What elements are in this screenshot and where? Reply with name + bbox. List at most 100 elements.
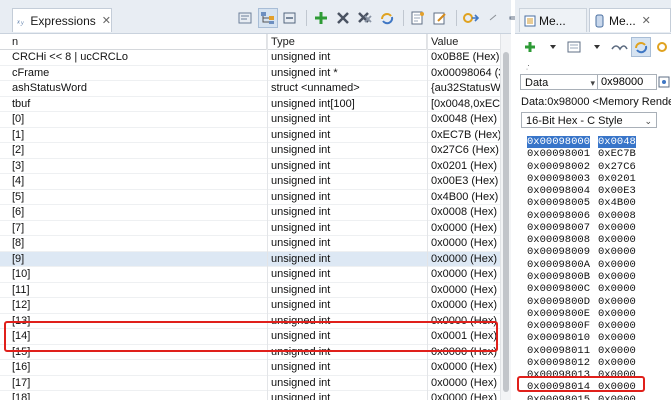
memory-value[interactable]: 0x0000 [598, 259, 636, 271]
toolbar-separator [456, 10, 457, 26]
memory-value[interactable]: 0x0000 [598, 357, 636, 369]
table-row[interactable]: [11] unsigned int 0x0000 (Hex) [0, 283, 500, 298]
toolbar-separator [403, 10, 404, 26]
table-row[interactable]: [8] unsigned int 0x0000 (Hex) [0, 236, 500, 252]
close-icon[interactable]: ✕ [102, 14, 111, 27]
memory-value[interactable]: 0x00E3 [598, 185, 636, 197]
link-scroll-button[interactable] [609, 37, 629, 57]
column-header-name[interactable]: n [8, 34, 267, 50]
table-row[interactable]: [2] unsigned int 0x27C6 (Hex) [0, 143, 500, 159]
memory-row[interactable]: 0x00098015 0x0000 [515, 394, 671, 400]
memory-row[interactable]: 0x00098001 0xEC7B [515, 148, 671, 160]
memory-row[interactable]: 0x0009800C 0x0000 [515, 283, 671, 295]
table-row[interactable]: [7] unsigned int 0x0000 (Hex) [0, 221, 500, 236]
memory-value[interactable]: 0x0048 [598, 136, 636, 148]
table-row[interactable]: cFrame unsigned int * 0x00098064 (3 [0, 66, 500, 81]
memory-row[interactable]: 0x00098003 0x0201 [515, 173, 671, 185]
memory-row[interactable]: 0x00098002 0x27C6 [515, 161, 671, 173]
memory-value[interactable]: 0x0000 [598, 246, 636, 258]
refresh-button[interactable] [377, 8, 397, 28]
expression-type: unsigned int [271, 252, 331, 265]
table-row[interactable]: [6] unsigned int 0x0008 (Hex) [0, 205, 500, 221]
format-select[interactable]: 16-Bit Hex - C Style ⌄ [521, 112, 657, 128]
rendering-dropdown[interactable] [587, 37, 607, 57]
memory-value[interactable]: 0x0000 [598, 222, 636, 234]
memory-row[interactable]: 0x00098007 0x0000 [515, 222, 671, 234]
add-expression-button[interactable] [311, 8, 331, 28]
table-row[interactable]: ashStatusWord struct <unnamed> {au32Status… [0, 81, 500, 97]
memory-browser-icon [524, 15, 536, 26]
chevron-down-icon [550, 45, 556, 49]
memory-value[interactable]: 0x27C6 [598, 161, 636, 173]
column-header-value[interactable]: Value [427, 34, 500, 50]
memory-value[interactable]: 0x4B00 [598, 197, 636, 209]
table-row[interactable]: CRCHi << 8 | ucCRCLo unsigned int 0x0B8E (… [0, 50, 500, 66]
table-row[interactable]: [17] unsigned int 0x0000 (Hex) [0, 376, 500, 391]
column-header-type[interactable]: Type [267, 34, 427, 50]
new-rendering-button[interactable] [565, 37, 585, 57]
memory-value[interactable]: 0x0008 [598, 210, 636, 222]
memory-row[interactable]: 0x0009800B 0x0000 [515, 271, 671, 283]
close-icon[interactable]: ✕ [642, 14, 651, 27]
show-type-names-button[interactable] [236, 8, 256, 28]
collapse-all-button[interactable] [280, 8, 300, 28]
table-row[interactable]: [18] unsigned int 0x0000 (Hex) [0, 391, 500, 400]
memory-row[interactable]: 0x00098010 0x0000 [515, 332, 671, 344]
memory-value[interactable]: 0x0000 [598, 283, 636, 295]
memory-row[interactable]: 0x00098005 0x4B00 [515, 197, 671, 209]
add-monitor-dropdown[interactable] [543, 37, 563, 57]
memory-row[interactable]: 0x0009800A 0x0000 [515, 259, 671, 271]
memory-row[interactable]: 0x0009800D 0x0000 [515, 296, 671, 308]
tab-memory[interactable]: Me... ✕ [589, 8, 671, 32]
table-row[interactable]: tbuf unsigned int[100] [0x0048,0xEC7 [0, 97, 500, 112]
remove-expression-button[interactable] [333, 8, 353, 28]
address-input[interactable] [597, 74, 657, 90]
add-memory-monitor-button[interactable] [521, 37, 541, 57]
new-expression-button[interactable] [408, 8, 428, 28]
tab-memory-browser[interactable]: Me... [519, 8, 587, 32]
memory-refresh-button[interactable] [631, 37, 651, 57]
go-to-address-button[interactable] [656, 74, 671, 90]
memory-sync-button[interactable] [653, 37, 671, 57]
table-row[interactable]: [10] unsigned int 0x0000 (Hex) [0, 267, 500, 283]
table-row[interactable]: [3] unsigned int 0x0201 (Hex) [0, 159, 500, 174]
tab-expressions[interactable]: x y Expressions ✕ [12, 8, 112, 32]
table-row[interactable]: [1] unsigned int 0xEC7B (Hex) [0, 128, 500, 143]
table-row[interactable]: [5] unsigned int 0x4B00 (Hex) [0, 190, 500, 205]
table-row[interactable]: [16] unsigned int 0x0000 (Hex) [0, 360, 500, 376]
table-row[interactable]: [9] unsigned int 0x0000 (Hex) [0, 251, 500, 267]
memory-row[interactable]: 0x00098004 0x00E3 [515, 185, 671, 197]
tree-icon [261, 12, 274, 24]
memory-row[interactable]: 0x00098009 0x0000 [515, 246, 671, 258]
memory-value[interactable]: 0x0000 [598, 394, 636, 400]
edit-expression-button[interactable] [430, 8, 450, 28]
continuous-refresh-button[interactable] [461, 8, 481, 28]
show-logical-structure-button[interactable] [258, 8, 278, 28]
table-row[interactable]: [12] unsigned int 0x0000 (Hex) [0, 298, 500, 314]
remove-all-button[interactable] [355, 8, 375, 28]
memory-row[interactable]: 0x00098000 0x0048 [515, 136, 671, 148]
memory-row[interactable]: 0x0009800E 0x0000 [515, 308, 671, 320]
view-menu-button[interactable] [483, 8, 503, 28]
memory-row[interactable]: 0x00098008 0x0000 [515, 234, 671, 246]
memory-value[interactable]: 0x0000 [598, 271, 636, 283]
memory-value[interactable]: 0x0000 [598, 296, 636, 308]
memory-row[interactable]: 0x0009800F 0x0000 [515, 320, 671, 332]
memory-row[interactable]: 0x00098006 0x0008 [515, 210, 671, 222]
memory-value[interactable]: 0xEC7B [598, 148, 636, 160]
table-row[interactable]: [0] unsigned int 0x0048 (Hex) [0, 112, 500, 128]
memory-value[interactable]: 0x0201 [598, 173, 636, 185]
scrollbar-thumb[interactable] [503, 52, 509, 392]
memory-row[interactable]: 0x00098012 0x0000 [515, 357, 671, 369]
memory-value[interactable]: 0x0000 [598, 332, 636, 344]
memory-row[interactable]: 0x00098011 0x0000 [515, 345, 671, 357]
memory-address: 0x0009800F [527, 320, 591, 333]
table-row[interactable]: [4] unsigned int 0x00E3 (Hex) [0, 174, 500, 190]
memory-value[interactable]: 0x0000 [598, 308, 636, 320]
memory-space-select[interactable]: Data ▾ [520, 74, 600, 90]
memory-value[interactable]: 0x0000 [598, 345, 636, 357]
memory-value[interactable]: 0x0000 [598, 234, 636, 246]
vertical-scrollbar[interactable] [500, 34, 511, 400]
toolbar-overflow-icon[interactable]: ·̣ [527, 60, 530, 70]
memory-value[interactable]: 0x0000 [598, 320, 636, 332]
